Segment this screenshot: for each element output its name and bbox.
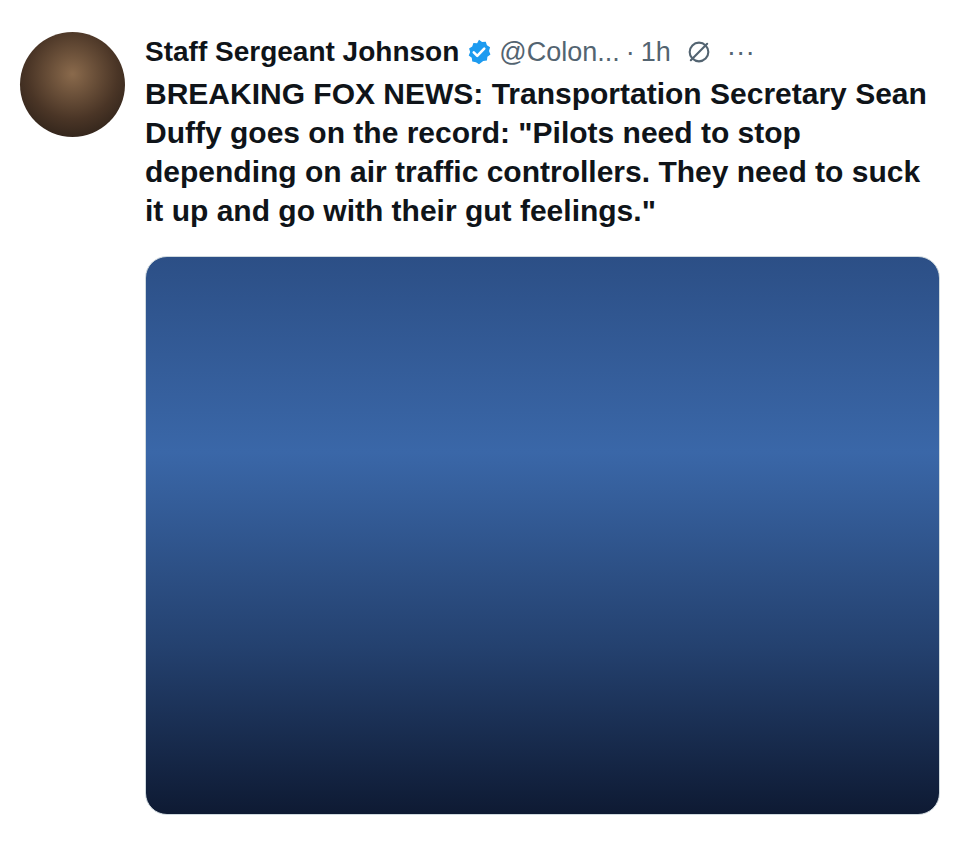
- post-header: Staff Sergeant Johnson @Colon...·1h ···: [145, 32, 940, 72]
- post: Staff Sergeant Johnson @Colon...·1h ··· BRE…: [0, 0, 960, 845]
- more-menu[interactable]: ···: [727, 36, 755, 68]
- post-text: BREAKING FOX NEWS: Transportation Secret…: [145, 74, 940, 230]
- verified-icon: [465, 38, 493, 66]
- author-name[interactable]: Staff Sergeant Johnson: [145, 36, 459, 68]
- separator: ·: [626, 37, 635, 68]
- circle-slash-icon[interactable]: [685, 38, 713, 66]
- avatar[interactable]: [20, 32, 125, 137]
- post-content: Staff Sergeant Johnson @Colon...·1h ··· BRE…: [145, 32, 940, 815]
- post-time[interactable]: 1h: [641, 37, 671, 68]
- post-media[interactable]: [145, 256, 940, 815]
- author-handle[interactable]: @Colon...: [499, 37, 619, 68]
